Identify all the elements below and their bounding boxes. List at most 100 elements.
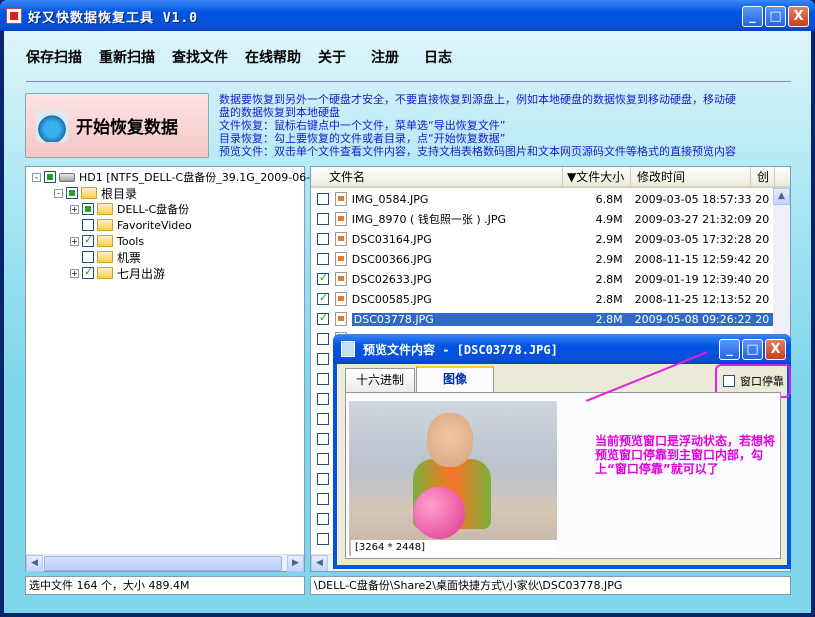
row-checkbox[interactable] (317, 533, 329, 545)
expand-icon[interactable]: + (70, 204, 79, 214)
expand-icon[interactable]: + (70, 268, 79, 278)
jpg-file-icon (334, 252, 347, 266)
table-row[interactable]: IMG_0584.JPG 6.8M 2009-03-05 18:57:33 20 (311, 189, 775, 209)
title-bar[interactable]: 好又快数据恢复工具 V1.0 _ □ X (0, 0, 815, 31)
scroll-left-icon[interactable]: ◀ (26, 555, 43, 572)
window-title: 好又快数据恢复工具 V1.0 (28, 11, 199, 26)
menu-register[interactable]: 注册 (371, 47, 399, 67)
menu-save-scan[interactable]: 保存扫描 (26, 47, 82, 67)
column-header-name[interactable]: 文件名 (311, 167, 563, 188)
tree-item-drive[interactable]: - HD1 [NTFS_DELL-C盘备份_39.1G_2009-06-1 (32, 169, 317, 185)
row-checkbox[interactable] (317, 353, 329, 365)
row-checkbox[interactable] (317, 271, 329, 285)
file-name: DSC02633.JPG (351, 272, 432, 286)
preview-window: 预览文件内容 - [DSC03778.JPG] _ □ X 十六进制 图像 窗口… (333, 334, 791, 569)
column-header-time[interactable]: 修改时间 (631, 167, 751, 188)
row-checkbox[interactable] (317, 473, 329, 485)
preview-window-icon (341, 341, 355, 357)
preview-close-button[interactable]: X (765, 339, 786, 360)
file-time: 2008-11-25 12:13:52 (634, 292, 752, 306)
row-checkbox[interactable] (317, 513, 329, 525)
tree-checkbox[interactable] (82, 233, 94, 247)
minimize-button[interactable]: _ (742, 6, 763, 27)
scroll-left-icon[interactable]: ◀ (311, 555, 328, 571)
tree-item-root[interactable]: - 根目录 (54, 185, 137, 201)
tree-item-tickets[interactable]: 机票 (82, 249, 141, 265)
menu-about[interactable]: 关于 (318, 47, 346, 67)
scroll-up-icon[interactable]: ▲ (773, 188, 790, 205)
row-checkbox[interactable] (317, 453, 329, 465)
expand-icon[interactable]: + (70, 236, 79, 246)
image-dimensions: [3264 * 2448] (351, 540, 557, 556)
row-checkbox[interactable] (317, 413, 329, 425)
jpg-file-icon (334, 232, 347, 246)
tab-image[interactable]: 图像 (416, 366, 495, 392)
column-header-created[interactable]: 创 (751, 167, 775, 188)
tree-item-label: HD1 [NTFS_DELL-C盘备份_39.1G_2009-06-1 (79, 171, 318, 184)
file-time: 2009-03-05 17:32:28 (634, 232, 752, 246)
row-checkbox[interactable] (317, 253, 329, 265)
file-time: 2009-03-27 21:32:09 (634, 212, 752, 226)
tree-checkbox[interactable] (82, 219, 94, 231)
close-button[interactable]: X (788, 6, 809, 27)
row-checkbox[interactable] (317, 493, 329, 505)
menu-rescan[interactable]: 重新扫描 (99, 47, 155, 67)
start-recovery-button[interactable]: 开始恢复数据 (25, 93, 209, 158)
column-header-size[interactable]: ▼文件大小 (563, 167, 631, 188)
row-checkbox[interactable] (317, 333, 329, 345)
tree-checkbox[interactable] (44, 171, 56, 183)
maximize-button[interactable]: □ (765, 6, 786, 27)
tree-horizontal-scrollbar[interactable]: ◀ ▶ (26, 554, 304, 572)
main-window: 好又快数据恢复工具 V1.0 _ □ X 保存扫描 重新扫描 查找文件 在线帮助… (0, 0, 815, 617)
table-row[interactable]: DSC02633.JPG 2.8M 2009-01-19 12:39:40 20 (311, 269, 775, 289)
tree-checkbox[interactable] (66, 187, 78, 199)
row-checkbox[interactable] (317, 291, 329, 305)
collapse-icon[interactable]: - (32, 172, 41, 182)
scroll-thumb[interactable] (44, 556, 282, 571)
tree-item-favoritevideo[interactable]: FavoriteVideo (82, 217, 192, 233)
jpg-file-icon (334, 212, 347, 226)
preview-body: 十六进制 图像 窗口停靠 [3264 * 2448] 当前预览窗口是浮动状态，若… (337, 364, 791, 565)
dock-checkbox-row[interactable]: 窗口停靠 (723, 373, 784, 389)
row-checkbox[interactable] (317, 311, 329, 325)
jpg-file-icon (334, 292, 347, 306)
dock-label: 窗口停靠 (740, 375, 784, 388)
table-row[interactable]: IMG_8970 ( 钱包照一张 ) .JPG 4.9M 2009-03-27 … (311, 209, 775, 229)
scroll-right-icon[interactable]: ▶ (287, 555, 304, 572)
tab-hex[interactable]: 十六进制 (345, 368, 416, 392)
list-header: 文件名 ▼文件大小 修改时间 创 (311, 167, 790, 188)
table-row[interactable]: DSC00366.JPG 2.9M 2008-11-15 12:59:42 20 (311, 249, 775, 269)
collapse-icon[interactable]: - (54, 188, 63, 198)
row-checkbox[interactable] (317, 433, 329, 445)
file-name: DSC03778.JPG (351, 312, 558, 326)
table-row[interactable]: DSC03164.JPG 2.9M 2009-03-05 17:32:28 20 (311, 229, 775, 249)
dock-checkbox[interactable] (723, 375, 735, 387)
preview-maximize-button[interactable]: □ (742, 339, 763, 360)
preview-minimize-button[interactable]: _ (719, 339, 740, 360)
tree-checkbox[interactable] (82, 251, 94, 263)
row-checkbox[interactable] (317, 373, 329, 385)
info-line: 目录恢复：勾上要恢复的文件或者目录，点“开始恢复数据” (219, 132, 506, 145)
tree-checkbox[interactable] (82, 265, 94, 279)
table-row[interactable]: DSC00585.JPG 2.8M 2008-11-25 12:13:52 20 (311, 289, 775, 309)
directory-tree[interactable]: - HD1 [NTFS_DELL-C盘备份_39.1G_2009-06-1 - … (25, 166, 317, 572)
row-checkbox[interactable] (317, 233, 329, 245)
info-line: 盘的数据恢复到本地硬盘 (219, 106, 340, 119)
folder-icon (97, 203, 113, 215)
menu-find-file[interactable]: 查找文件 (172, 47, 228, 67)
status-selection: 选中文件 164 个，大小 489.4M (25, 576, 305, 595)
tree-item-tools[interactable]: + Tools (70, 233, 144, 249)
preview-title-bar[interactable]: 预览文件内容 - [DSC03778.JPG] _ □ X (333, 334, 791, 364)
tree-item-july-trip[interactable]: + 七月出游 (70, 265, 165, 281)
row-checkbox[interactable] (317, 393, 329, 405)
tree-item-dell-backup[interactable]: + DELL-C盘备份 (70, 201, 189, 217)
menu-online-help[interactable]: 在线帮助 (245, 47, 301, 67)
menu-log[interactable]: 日志 (424, 47, 452, 67)
row-checkbox[interactable] (317, 213, 329, 225)
table-row-selected[interactable]: DSC03778.JPG 2.8M 2009-05-08 09:26:22 20 (311, 309, 775, 329)
tree-checkbox[interactable] (82, 203, 94, 215)
file-name: DSC00366.JPG (351, 252, 432, 266)
annotation-note: 当前预览窗口是浮动状态，若想将预览窗口停靠到主窗口内部，勾上“窗口停靠”就可以了 (595, 434, 776, 476)
start-recovery-label: 开始恢复数据 (76, 118, 178, 138)
row-checkbox[interactable] (317, 193, 329, 205)
